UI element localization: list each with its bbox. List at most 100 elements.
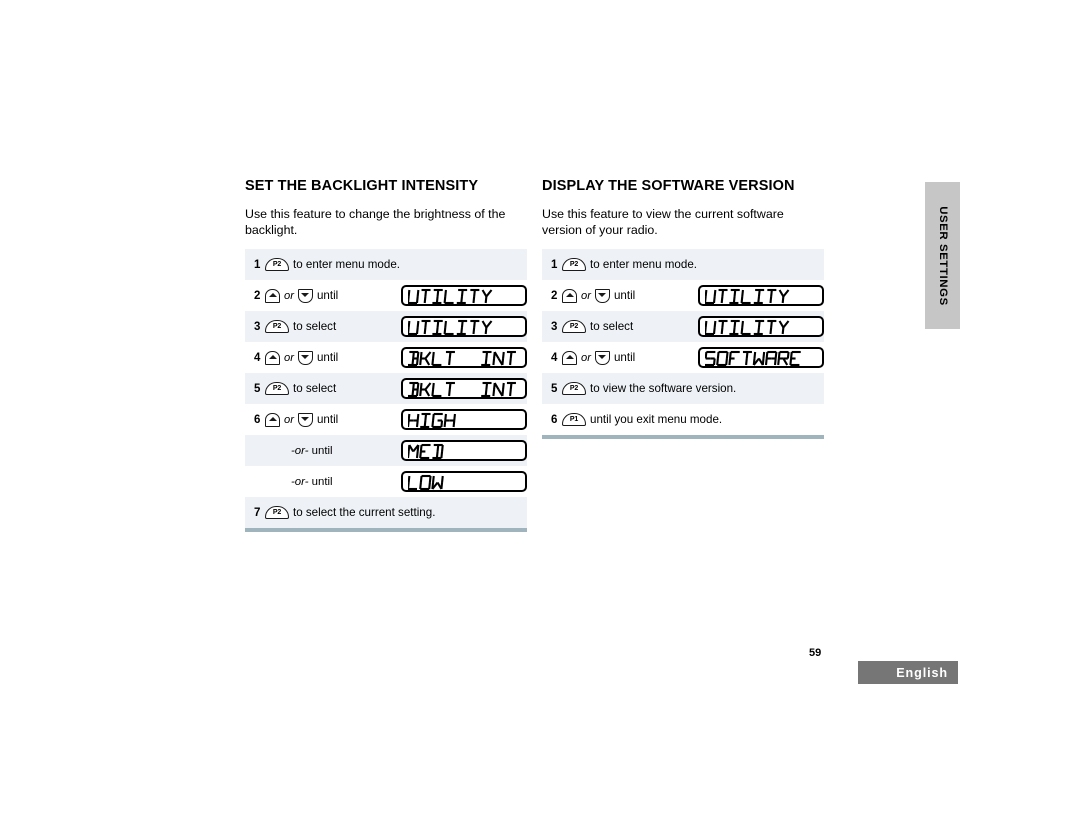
step-number: 5: [551, 382, 558, 395]
p2-button[interactable]: P2: [562, 320, 586, 333]
or-label: or: [284, 413, 294, 426]
step-number: 4: [254, 351, 261, 364]
step-number: 2: [254, 289, 261, 302]
lcd-display-text: [408, 350, 524, 367]
section-intro: Use this feature to view the current sof…: [542, 207, 784, 237]
step-instruction: P2 to view the software version.: [562, 382, 824, 396]
p2-button[interactable]: P2: [562, 382, 586, 395]
side-tab-user-settings: USER SETTINGS: [925, 182, 960, 329]
down-triangle-icon: [301, 355, 310, 359]
lcd-display-text: [705, 288, 796, 305]
or-until-label: -or- until: [291, 475, 333, 488]
up-arrow-button[interactable]: [265, 350, 280, 365]
manual-page: SET THE BACKLIGHT INTENSITY Use this fea…: [0, 0, 1080, 834]
up-arrow-button[interactable]: [265, 288, 280, 303]
p2-button[interactable]: P2: [265, 258, 289, 271]
step-number: 5: [254, 382, 261, 395]
or-label: or: [581, 289, 591, 302]
lcd-display-text: [408, 319, 499, 336]
lcd-display: [401, 409, 527, 430]
button-label: P2: [272, 260, 282, 268]
table-row: 3 P2 to select: [245, 311, 527, 342]
step-instruction: or until: [265, 412, 401, 427]
lcd-display-text: [705, 350, 809, 367]
side-tab-label: USER SETTINGS: [936, 205, 949, 306]
down-triangle-icon: [598, 355, 607, 359]
step-number: 1: [254, 258, 261, 271]
steps-table-software: 1 P2 to enter menu mode. 2 or until 3 P2 to sele…: [542, 249, 824, 439]
up-triangle-icon: [268, 416, 277, 421]
step-number: 7: [254, 506, 261, 519]
page-number: 59: [809, 647, 822, 659]
step-instruction: or until: [265, 288, 401, 303]
step-text: until: [316, 350, 339, 364]
table-row: 2 or until: [542, 280, 824, 311]
step-number: 2: [551, 289, 558, 302]
lcd-display-text: [408, 474, 451, 491]
lcd-display: [401, 471, 527, 492]
step-instruction: P2 to select: [562, 320, 698, 334]
step-instruction: -or- until: [265, 475, 401, 489]
page-title: SET THE BACKLIGHT INTENSITY: [245, 178, 479, 194]
down-arrow-button[interactable]: [594, 288, 610, 303]
step-text: to select: [293, 381, 337, 395]
step-text: to select the current setting.: [293, 505, 436, 519]
lcd-display-text: [408, 381, 524, 398]
step-text: until: [316, 412, 339, 426]
step-text: to select: [590, 319, 634, 333]
step-text: until: [613, 288, 636, 302]
step-instruction: P2 to select the current setting.: [265, 506, 527, 520]
lcd-display: [698, 316, 824, 337]
lcd-display: [401, 285, 527, 306]
button-label: P2: [569, 322, 579, 330]
up-arrow-button[interactable]: [562, 288, 577, 303]
p2-button[interactable]: P2: [265, 320, 289, 333]
down-arrow-button[interactable]: [297, 350, 313, 365]
step-instruction: P2 to enter menu mode.: [562, 258, 824, 272]
or-label: or: [284, 289, 294, 302]
up-triangle-icon: [268, 292, 277, 297]
up-triangle-icon: [268, 354, 277, 359]
up-triangle-icon: [565, 292, 574, 297]
or-until-label: -or- until: [291, 444, 333, 457]
button-label: P2: [569, 384, 579, 392]
step-text: to view the software version.: [590, 381, 737, 395]
down-arrow-button[interactable]: [594, 350, 610, 365]
p2-button[interactable]: P2: [265, 506, 289, 519]
lcd-display: [698, 285, 824, 306]
step-text: to enter menu mode.: [590, 257, 697, 271]
section-intro: Use this feature to change the brightnes…: [245, 207, 506, 237]
step-number: 3: [551, 320, 558, 333]
lcd-display: [401, 378, 527, 399]
or-label: or: [581, 351, 591, 364]
lcd-display-text: [408, 288, 499, 305]
language-badge: English: [858, 661, 958, 684]
table-row: -or- until: [245, 435, 527, 466]
section-backlight-intensity: SET THE BACKLIGHT INTENSITY Use this fea…: [245, 178, 527, 532]
table-row: 2 or until: [245, 280, 527, 311]
step-number: 4: [551, 351, 558, 364]
p1-button[interactable]: P1: [562, 413, 586, 426]
step-text: to enter menu mode.: [293, 257, 400, 271]
button-label: P2: [569, 260, 579, 268]
table-row: 1 P2 to enter menu mode.: [542, 249, 824, 280]
step-text: to select: [293, 319, 337, 333]
or-label: or: [284, 351, 294, 364]
up-arrow-button[interactable]: [562, 350, 577, 365]
step-number: 1: [551, 258, 558, 271]
up-arrow-button[interactable]: [265, 412, 280, 427]
down-arrow-button[interactable]: [297, 412, 313, 427]
table-row: 7 P2 to select the current setting.: [245, 497, 527, 528]
p2-button[interactable]: P2: [562, 258, 586, 271]
button-label: P2: [272, 322, 282, 330]
step-text: until you exit menu mode.: [590, 412, 723, 426]
step-text: until: [316, 288, 339, 302]
up-triangle-icon: [565, 354, 574, 359]
button-label: P1: [569, 415, 579, 423]
step-instruction: P2 to select: [265, 320, 401, 334]
table-row: 6 P1 until you exit menu mode.: [542, 404, 824, 435]
down-arrow-button[interactable]: [297, 288, 313, 303]
step-number: 6: [551, 413, 558, 426]
lcd-display-text: [408, 412, 463, 429]
p2-button[interactable]: P2: [265, 382, 289, 395]
